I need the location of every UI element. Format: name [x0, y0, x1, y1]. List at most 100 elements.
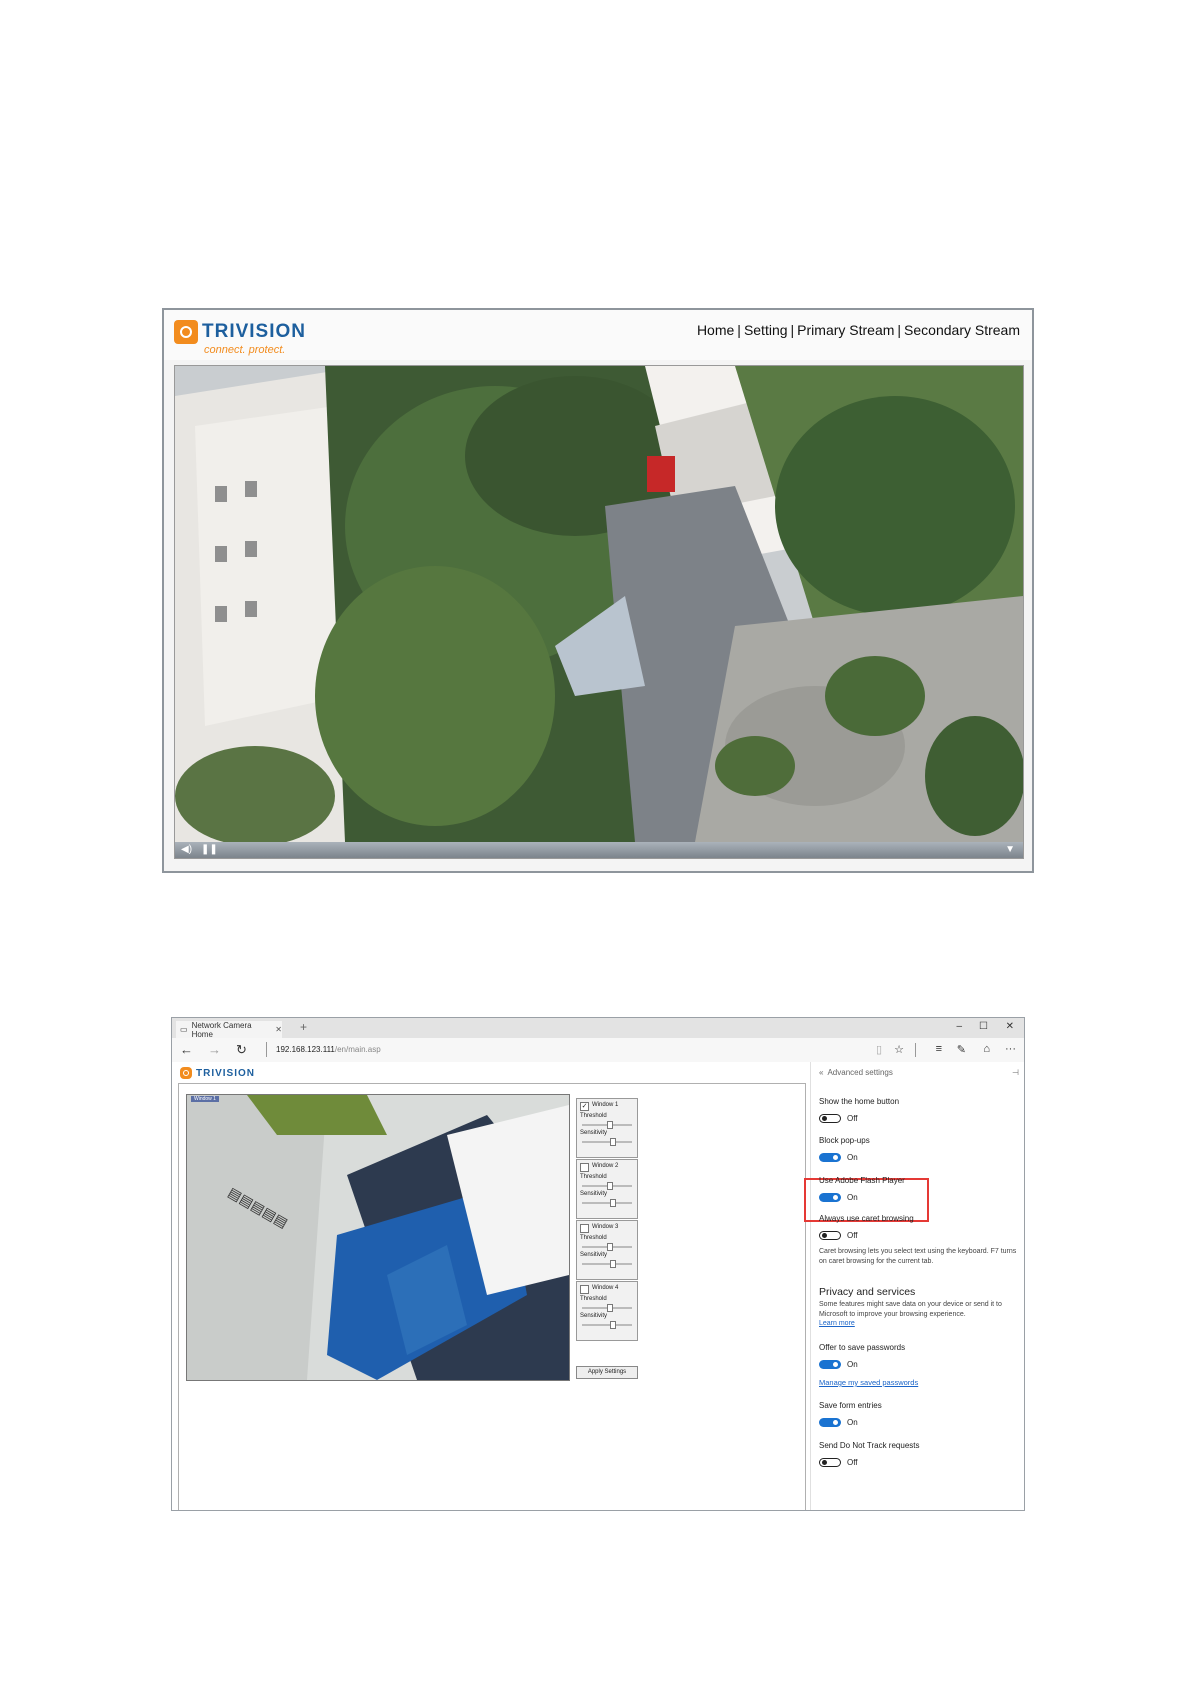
- top-nav: Home | Setting | Primary Stream | Secondary St…: [696, 322, 1020, 338]
- maximize-icon[interactable]: ☐: [979, 1021, 988, 1032]
- more-icon[interactable]: ···: [1005, 1043, 1016, 1055]
- web-note-icon[interactable]: ✎: [957, 1043, 966, 1056]
- threshold-slider-knob[interactable]: [607, 1243, 613, 1251]
- window-4-label: Window 4: [592, 1285, 619, 1291]
- sensitivity-label: Sensitivity: [580, 1130, 608, 1136]
- trivision-logo-small: TRIVISION: [180, 1067, 255, 1079]
- camera-feed-image: ▤▤▤▤▤: [187, 1095, 569, 1380]
- url-field[interactable]: 192.168.123.111/en/main.asp: [276, 1045, 381, 1054]
- window-2-checkbox[interactable]: [580, 1163, 589, 1172]
- sensitivity-slider-knob[interactable]: [610, 1199, 616, 1207]
- minimize-icon[interactable]: –: [956, 1021, 962, 1032]
- brand-tagline: connect. protect.: [204, 344, 286, 356]
- volume-icon[interactable]: ◀): [181, 844, 192, 855]
- share-icon[interactable]: ⌂: [983, 1043, 990, 1055]
- apply-settings-button[interactable]: Apply Settings: [576, 1366, 638, 1379]
- sensitivity-slider[interactable]: [582, 1324, 632, 1326]
- brand-name: TRIVISION: [202, 321, 307, 342]
- camera-feed-image: [175, 366, 1023, 842]
- sensitivity-label: Sensitivity: [580, 1191, 608, 1197]
- new-tab-icon[interactable]: +: [300, 1020, 307, 1034]
- sensitivity-label: Sensitivity: [580, 1252, 608, 1258]
- close-window-icon[interactable]: ✕: [1006, 1021, 1014, 1032]
- nav-primary-stream-link[interactable]: Primary Stream: [797, 322, 894, 338]
- window-2-panel: Window 2 Threshold Sensitivity: [576, 1159, 638, 1219]
- privacy-heading: Privacy and services: [819, 1286, 916, 1298]
- learn-more-link[interactable]: Learn more: [819, 1320, 855, 1327]
- do-not-track-toggle[interactable]: [819, 1458, 841, 1467]
- window-1-checkbox[interactable]: ✓: [580, 1102, 589, 1111]
- window-3-panel: Window 3 Threshold Sensitivity: [576, 1220, 638, 1280]
- threshold-slider-knob[interactable]: [607, 1304, 613, 1312]
- form-entries-toggle[interactable]: [819, 1418, 841, 1427]
- form-entries-label: Save form entries: [819, 1401, 882, 1410]
- threshold-label: Threshold: [580, 1235, 607, 1241]
- dropdown-icon[interactable]: ▼: [1005, 844, 1015, 855]
- hub-icon[interactable]: ≡: [936, 1043, 942, 1055]
- nav-home-link[interactable]: Home: [697, 322, 734, 338]
- home-button-toggle[interactable]: [819, 1114, 841, 1123]
- sensitivity-slider-knob[interactable]: [610, 1321, 616, 1329]
- caret-browsing-state: Off: [847, 1231, 858, 1240]
- settings-header-title: Advanced settings: [827, 1068, 893, 1077]
- pin-icon[interactable]: ⊣: [1012, 1068, 1019, 1077]
- form-entries-state: On: [847, 1418, 858, 1427]
- header-bar: TRIVISION connect. protect. Home | Setting…: [164, 310, 1032, 360]
- reading-view-icon[interactable]: ▯: [876, 1043, 882, 1056]
- url-path: /en/main.asp: [334, 1045, 381, 1054]
- tab-bar: ▭ Network Camera Home ✕ + – ☐ ✕: [172, 1018, 1024, 1039]
- favorite-star-icon[interactable]: ☆: [894, 1043, 904, 1056]
- caret-browsing-label: Always use caret browsing: [819, 1214, 914, 1223]
- back-icon[interactable]: ←: [180, 1042, 193, 1057]
- sensitivity-label: Sensitivity: [580, 1313, 608, 1319]
- flash-player-toggle[interactable]: [819, 1193, 841, 1202]
- url-host: 192.168.123.111: [276, 1045, 335, 1054]
- browser-screenshot: ▭ Network Camera Home ✕ + – ☐ ✕ ← → ↻ 19…: [171, 1017, 1025, 1511]
- forward-icon[interactable]: →: [208, 1042, 221, 1057]
- trivision-logo: TRIVISION connect. protect.: [174, 320, 307, 356]
- live-video-player[interactable]: ◀) ❚❚ ▼: [174, 365, 1024, 859]
- home-button-label: Show the home button: [819, 1097, 900, 1106]
- camera-web-ui-screenshot: TRIVISION connect. protect. Home | Setting…: [162, 308, 1034, 873]
- flash-player-state: On: [847, 1193, 858, 1202]
- camera-page: TRIVISION ▤▤▤▤▤ Window 1 ✓ Window 1 Thre…: [172, 1062, 810, 1510]
- pause-icon[interactable]: ❚❚: [201, 844, 218, 855]
- privacy-note: Some features might save data on your de…: [819, 1301, 1002, 1318]
- sensitivity-slider[interactable]: [582, 1263, 632, 1265]
- threshold-label: Threshold: [580, 1113, 607, 1119]
- threshold-label: Threshold: [580, 1296, 607, 1302]
- tab-page-icon: ▭: [180, 1025, 188, 1034]
- save-passwords-state: On: [847, 1360, 858, 1369]
- window-4-checkbox[interactable]: [580, 1285, 589, 1294]
- browser-tab[interactable]: ▭ Network Camera Home ✕: [176, 1021, 282, 1039]
- window-4-panel: Window 4 Threshold Sensitivity: [576, 1281, 638, 1341]
- motion-detection-video[interactable]: ▤▤▤▤▤ Window 1: [186, 1094, 570, 1381]
- window-1-label: Window 1: [592, 1102, 619, 1108]
- sensitivity-slider-knob[interactable]: [610, 1138, 616, 1146]
- threshold-label: Threshold: [580, 1174, 607, 1180]
- block-popups-toggle[interactable]: [819, 1153, 841, 1162]
- nav-secondary-stream-link[interactable]: Secondary Stream: [904, 322, 1020, 338]
- nav-setting-link[interactable]: Setting: [744, 322, 788, 338]
- caret-note: Caret browsing lets you select text usin…: [819, 1248, 1017, 1265]
- logo-mark-icon: [180, 1067, 192, 1079]
- logo-mark-icon: [174, 320, 198, 344]
- sensitivity-slider[interactable]: [582, 1202, 632, 1204]
- address-bar: ← → ↻ 192.168.123.111/en/main.asp ▯ ☆ ≡ …: [172, 1038, 1024, 1063]
- block-popups-state: On: [847, 1153, 858, 1162]
- block-popups-label: Block pop-ups: [819, 1136, 870, 1145]
- window-3-checkbox[interactable]: [580, 1224, 589, 1233]
- sensitivity-slider[interactable]: [582, 1141, 632, 1143]
- video-window-label: Window 1: [191, 1096, 219, 1102]
- back-chevron-icon[interactable]: «: [819, 1068, 823, 1077]
- manage-passwords-link[interactable]: Manage my saved passwords: [819, 1378, 918, 1387]
- tab-close-icon[interactable]: ✕: [275, 1025, 282, 1034]
- window-2-label: Window 2: [592, 1163, 619, 1169]
- threshold-slider-knob[interactable]: [607, 1121, 613, 1129]
- refresh-icon[interactable]: ↻: [236, 1042, 247, 1058]
- caret-browsing-toggle[interactable]: [819, 1231, 841, 1240]
- sensitivity-slider-knob[interactable]: [610, 1260, 616, 1268]
- window-1-panel: ✓ Window 1 Threshold Sensitivity: [576, 1098, 638, 1158]
- save-passwords-toggle[interactable]: [819, 1360, 841, 1369]
- threshold-slider-knob[interactable]: [607, 1182, 613, 1190]
